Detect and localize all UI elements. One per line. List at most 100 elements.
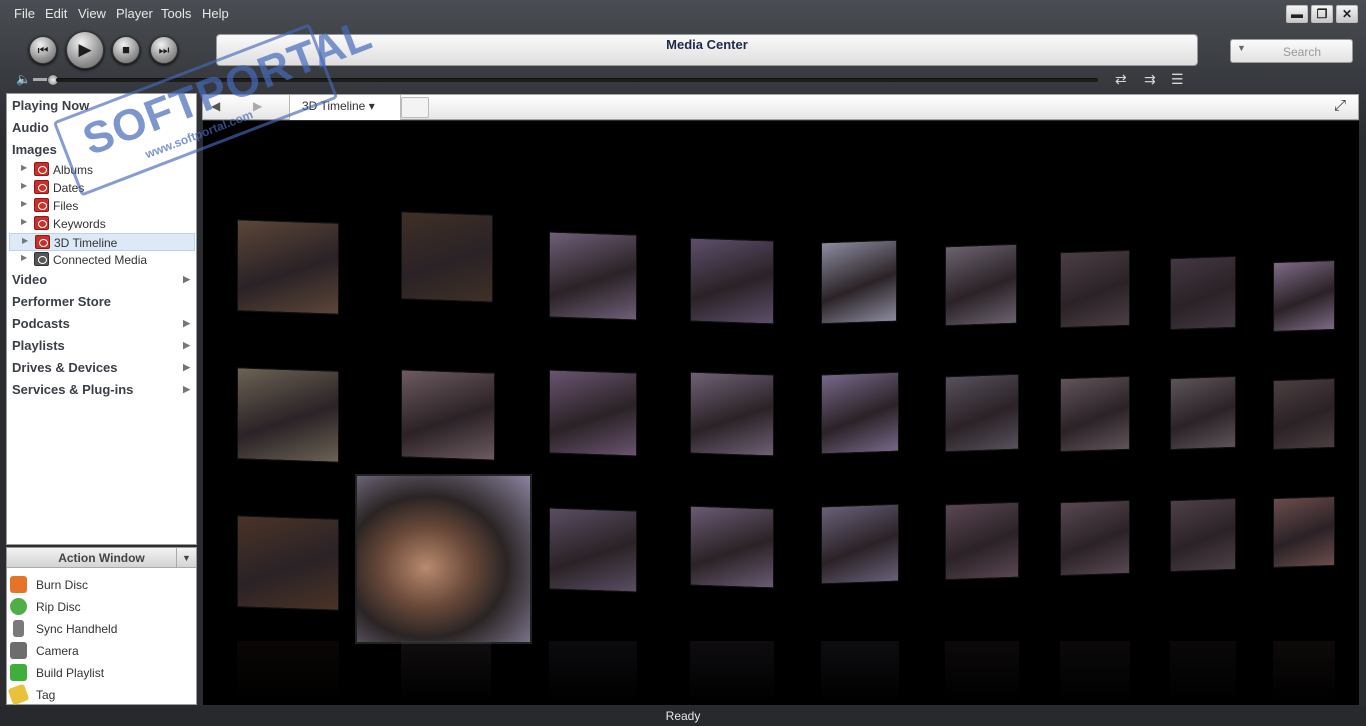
nav-label: Podcasts — [12, 316, 70, 331]
menu-player[interactable]: Player — [116, 6, 153, 21]
next-track-button[interactable]: ⏭ — [150, 36, 178, 64]
new-tab-button[interactable] — [401, 97, 429, 118]
nav-label: Video — [12, 272, 48, 287]
timeline-photo-thumbnail[interactable] — [690, 237, 774, 325]
view-tab-bar: ◀ ▶ 3D Timeline ▾ ⤢ — [202, 94, 1359, 120]
handheld-icon — [13, 620, 24, 637]
nav-video[interactable]: Video ▶ — [12, 272, 190, 287]
burn-disc-icon — [10, 576, 27, 593]
action-camera[interactable]: Camera — [7, 640, 196, 662]
timeline-photo-thumbnail[interactable] — [1170, 255, 1236, 331]
timeline-photo-thumbnail[interactable] — [945, 501, 1019, 581]
timeline-photo-thumbnail[interactable] — [1060, 375, 1130, 453]
tree-item-keywords[interactable]: ▶ Keywords — [9, 215, 195, 233]
nav-performer-store[interactable]: Performer Store — [12, 294, 111, 309]
nav-services-plugins[interactable]: Services & Plug-ins ▶ — [12, 382, 190, 397]
minimize-button[interactable]: ▬ — [1286, 5, 1308, 23]
action-label: Burn Disc — [36, 578, 89, 592]
tree-item-files[interactable]: ▶ Files — [9, 197, 195, 215]
timeline-photo-thumbnail[interactable] — [690, 371, 774, 457]
timeline-photo-thumbnail[interactable] — [549, 507, 637, 593]
chevron-down-icon[interactable]: ▼ — [176, 548, 196, 567]
expand-arrow-icon[interactable]: ▶ — [21, 253, 27, 262]
timeline-photo-thumbnail[interactable] — [1273, 259, 1335, 333]
photo-reflection — [237, 641, 339, 703]
timeline-photo-thumbnail[interactable] — [237, 219, 339, 315]
timeline-photo-thumbnail[interactable] — [401, 369, 495, 461]
play-button[interactable]: ▶ — [66, 31, 104, 69]
action-label: Camera — [36, 644, 79, 658]
timeline-photo-thumbnail[interactable] — [821, 371, 899, 455]
photo-reflection — [1273, 641, 1335, 703]
image-folder-icon — [34, 216, 49, 230]
shuffle-icon[interactable]: ⇉ — [1144, 71, 1156, 88]
timeline-photo-thumbnail[interactable] — [401, 211, 493, 303]
camera-icon — [10, 642, 27, 659]
menu-file[interactable]: File — [14, 6, 35, 21]
playlist-icon — [10, 664, 27, 681]
timeline-photo-thumbnail[interactable] — [945, 243, 1017, 327]
nav-audio[interactable]: Audio — [12, 120, 49, 135]
expand-arrow-icon[interactable]: ▶ — [22, 236, 28, 245]
action-tag[interactable]: Tag — [7, 683, 196, 706]
search-input[interactable]: ▼ Search — [1230, 39, 1353, 63]
nav-label: Services & Plug-ins — [12, 382, 134, 397]
stop-button[interactable]: ■ — [112, 36, 140, 64]
photo-reflection — [401, 641, 491, 703]
photo-reflection — [549, 641, 637, 703]
action-window: Action Window ▼ Burn Disc Rip Disc Sync … — [6, 547, 197, 706]
fullscreen-icon[interactable]: ⤢ — [1334, 97, 1346, 114]
expand-arrow-icon[interactable]: ▶ — [21, 217, 27, 226]
timeline-photo-thumbnail[interactable] — [1273, 377, 1335, 451]
menu-bar: File Edit View Player Tools Help ▬ ❐ ✕ — [0, 0, 1366, 28]
timeline-photo-thumbnail[interactable] — [237, 515, 339, 611]
action-burn-disc[interactable]: Burn Disc — [7, 574, 196, 596]
repeat-icon[interactable]: ⇄ — [1115, 71, 1127, 88]
timeline-photo-thumbnail[interactable] — [821, 239, 897, 325]
expand-arrow-icon[interactable]: ▶ — [21, 163, 27, 172]
menu-view[interactable]: View — [78, 6, 106, 21]
action-window-header[interactable]: Action Window ▼ — [7, 548, 196, 568]
tree-item-connected-media[interactable]: ▶ Connected Media — [9, 251, 195, 269]
action-build-playlist[interactable]: Build Playlist — [7, 662, 196, 684]
tree-item-3d-timeline[interactable]: ▶ 3D Timeline — [9, 233, 195, 251]
timeline-photo-enlarged[interactable] — [355, 474, 532, 644]
action-sync-handheld[interactable]: Sync Handheld — [7, 618, 196, 640]
timeline-photo-thumbnail[interactable] — [1060, 249, 1130, 329]
expand-arrow-icon[interactable]: ▶ — [21, 181, 27, 190]
expand-arrow-icon[interactable]: ▶ — [21, 199, 27, 208]
nav-playlists[interactable]: Playlists ▶ — [12, 338, 190, 353]
search-dropdown-icon[interactable]: ▼ — [1237, 43, 1246, 53]
timeline-photo-thumbnail[interactable] — [690, 505, 774, 589]
equalizer-icon[interactable]: ☰ — [1171, 71, 1184, 88]
timeline-photo-thumbnail[interactable] — [549, 369, 637, 457]
timeline-photo-thumbnail[interactable] — [1060, 499, 1130, 577]
timeline-photo-thumbnail[interactable] — [1170, 497, 1236, 573]
nav-images[interactable]: Images — [12, 142, 57, 157]
nav-drives-devices[interactable]: Drives & Devices ▶ — [12, 360, 190, 375]
restore-button[interactable]: ❐ — [1311, 5, 1333, 23]
timeline-photo-thumbnail[interactable] — [821, 503, 899, 585]
rip-disc-icon — [10, 598, 27, 615]
previous-track-button[interactable]: ⏮ — [29, 36, 57, 64]
menu-help[interactable]: Help — [202, 6, 229, 21]
tree-item-label: Files — [53, 199, 79, 213]
menu-edit[interactable]: Edit — [45, 6, 67, 21]
image-folder-icon — [34, 198, 49, 212]
action-rip-disc[interactable]: Rip Disc — [7, 596, 196, 618]
action-window-title: Action Window — [58, 551, 145, 565]
close-button[interactable]: ✕ — [1336, 5, 1358, 23]
timeline-photo-thumbnail[interactable] — [945, 373, 1019, 453]
nav-playing-now[interactable]: Playing Now — [12, 98, 89, 113]
tree-item-label: 3D Timeline — [54, 236, 118, 250]
timeline-photo-thumbnail[interactable] — [237, 367, 339, 463]
timeline-photo-thumbnail[interactable] — [549, 231, 637, 321]
connected-media-icon — [34, 252, 49, 266]
timeline-photo-thumbnail[interactable] — [1273, 495, 1335, 569]
photo-reflection — [690, 641, 774, 703]
3d-timeline-viewer — [203, 121, 1359, 705]
nav-podcasts[interactable]: Podcasts ▶ — [12, 316, 190, 331]
timeline-photo-thumbnail[interactable] — [1170, 375, 1236, 451]
menu-tools[interactable]: Tools — [161, 6, 191, 21]
volume-icon[interactable]: 🔈 — [16, 72, 31, 86]
